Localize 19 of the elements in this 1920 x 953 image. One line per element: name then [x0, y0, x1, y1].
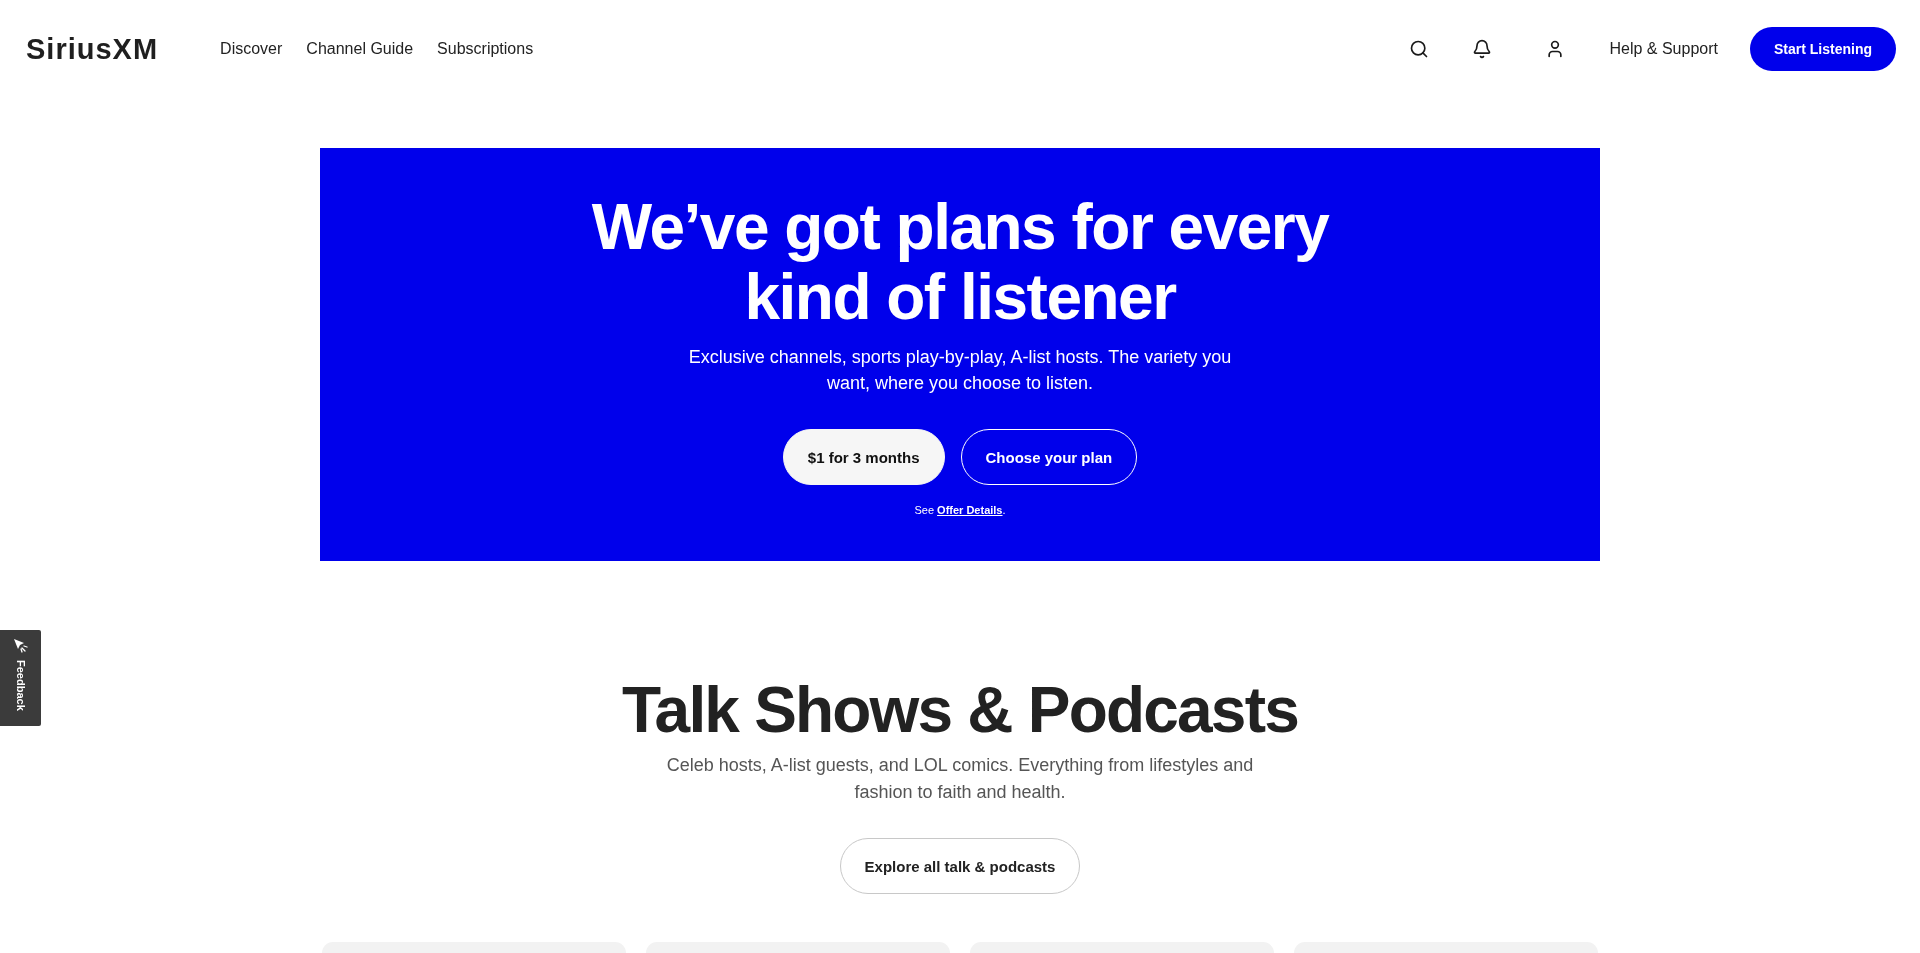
offer-note: See Offer Details.	[914, 503, 1006, 518]
feedback-tab[interactable]: Feedback	[0, 630, 41, 726]
nav-link[interactable]: Discover	[220, 40, 283, 58]
offer-details-link[interactable]: Offer Details	[937, 504, 1003, 516]
nav-link[interactable]: Subscriptions	[437, 40, 534, 58]
feedback-label: Feedback	[15, 660, 26, 711]
section-subtitle: Celeb hosts, A-list guests, and LOL comics. Everything from lifestyles and fashion to faith and health.	[665, 754, 1255, 804]
hero-subtitle: Exclusive channels, sports play-by-play, A-list hosts. The variety you want, where you choose to listen.	[687, 346, 1233, 395]
section-title: Talk Shows & Podcasts	[622, 675, 1298, 745]
explore-button[interactable]: Explore all talk & podcasts	[839, 838, 1081, 894]
offer-button[interactable]: $1 for 3 months	[782, 429, 945, 485]
hero-title: We’ve got plans for every kind of listener	[590, 192, 1331, 332]
cursor-icon	[12, 638, 29, 654]
nav-link[interactable]: Channel Guide	[306, 40, 414, 58]
logo[interactable]: SiriusXM	[26, 34, 159, 64]
bell-icon	[1472, 39, 1493, 59]
start-listening-button[interactable]: Start Listening	[1750, 27, 1896, 71]
help-link[interactable]: Help & Support	[1609, 40, 1718, 58]
search-icon	[1409, 39, 1430, 59]
